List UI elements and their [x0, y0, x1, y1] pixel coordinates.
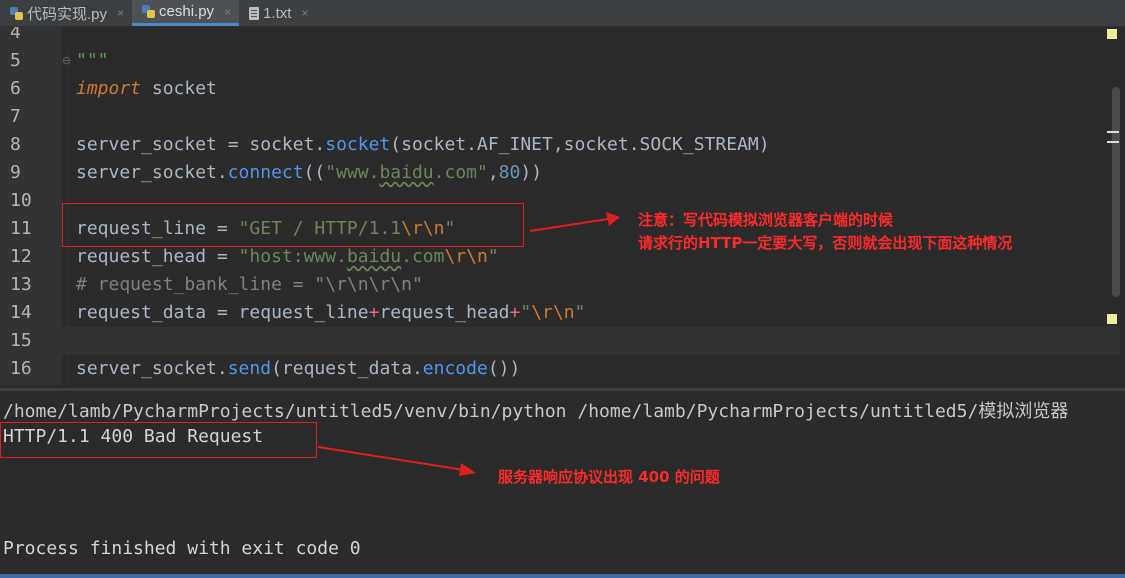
- code-text: request_head = "host:www.baidu.com\r\n": [76, 246, 499, 267]
- code-line[interactable]: 8 server_socket = socket.socket(socket.A…: [0, 131, 1120, 159]
- annotation-box-request-line: [62, 203, 524, 247]
- line-number: 12: [10, 246, 32, 267]
- code-text: """: [76, 50, 109, 71]
- line-number: 16: [10, 358, 32, 379]
- code-line[interactable]: 14 request_data = request_line+request_h…: [0, 299, 1120, 327]
- editor-tab-bar: 代码实现.py × ceshi.py × 1.txt ×: [0, 0, 1125, 27]
- console-command: /home/lamb/PycharmProjects/untitled5/ven…: [3, 401, 1069, 422]
- code-line-current[interactable]: 15: [0, 327, 1120, 355]
- vertical-scrollbar[interactable]: [1112, 87, 1120, 297]
- code-text: server_socket.send(request_data.encode()…: [76, 358, 521, 379]
- line-number: 6: [10, 78, 21, 99]
- line-number: 10: [10, 190, 32, 211]
- error-stripe-marker[interactable]: [1107, 141, 1119, 143]
- close-icon[interactable]: ×: [224, 5, 231, 19]
- code-comment: # request_bank_line = "\r\n\r\n": [76, 274, 423, 295]
- run-console[interactable]: /home/lamb/PycharmProjects/untitled5/ven…: [0, 388, 1125, 577]
- tab-label: 代码实现.py: [27, 5, 108, 23]
- code-line[interactable]: 6 import socket: [0, 75, 1120, 103]
- warning-marker[interactable]: [1107, 314, 1117, 324]
- tab-label: 1.txt: [263, 4, 292, 22]
- code-line[interactable]: 4: [0, 27, 1120, 47]
- line-number: 14: [10, 302, 32, 323]
- fold-icon[interactable]: ⊖: [62, 54, 71, 67]
- annotation-arrow-icon: [529, 212, 620, 232]
- python-file-icon: [10, 6, 23, 20]
- annotation-note: 服务器响应协议出现 400 的问题: [498, 468, 720, 486]
- tab-ceshi[interactable]: ceshi.py ×: [132, 0, 240, 26]
- python-file-icon: [142, 5, 156, 18]
- console-exit-message: Process finished with exit code 0: [3, 538, 361, 559]
- annotation-arrow-icon: [317, 446, 476, 476]
- tab-label: ceshi.py: [159, 3, 215, 20]
- annotation-note: 注意：写代码模拟浏览器客户端的时候 请求行的HTTP一定要大写，否则就会出现下面…: [638, 211, 1013, 252]
- code-text: server_socket = socket.socket(socket.AF_…: [76, 134, 770, 155]
- close-icon[interactable]: ×: [301, 6, 308, 20]
- annotation-box-response: [0, 422, 317, 458]
- code-text: server_socket.connect(("www.baidu.com",8…: [76, 162, 543, 183]
- code-line[interactable]: 9 server_socket.connect(("www.baidu.com"…: [0, 159, 1120, 187]
- line-number: 9: [10, 162, 21, 183]
- code-line[interactable]: 7: [0, 103, 1120, 131]
- line-number: 15: [10, 330, 32, 351]
- tab-daima[interactable]: 代码实现.py ×: [0, 0, 132, 26]
- tab-1-txt[interactable]: 1.txt ×: [239, 0, 316, 26]
- warning-marker[interactable]: [1107, 29, 1117, 39]
- error-stripe-marker[interactable]: [1107, 131, 1119, 133]
- code-text: request_data = request_line+request_head…: [76, 302, 586, 323]
- code-text: import socket: [76, 78, 217, 99]
- line-number: 7: [10, 106, 21, 127]
- code-line[interactable]: 5 """: [0, 47, 1120, 75]
- line-number: 11: [10, 218, 32, 239]
- line-number: 13: [10, 274, 32, 295]
- code-editor[interactable]: 4 5 """ ⊖ 6 import socket 7 8 server_soc…: [0, 27, 1125, 385]
- line-number: 5: [10, 50, 21, 71]
- line-number: 8: [10, 134, 21, 155]
- close-icon[interactable]: ×: [117, 6, 124, 20]
- code-line[interactable]: 16 server_socket.send(request_data.encod…: [0, 355, 1120, 383]
- status-strip: [0, 574, 1125, 578]
- code-line[interactable]: 13 # request_bank_line = "\r\n\r\n": [0, 271, 1120, 299]
- text-file-icon: [249, 6, 260, 20]
- line-number: 4: [10, 27, 21, 43]
